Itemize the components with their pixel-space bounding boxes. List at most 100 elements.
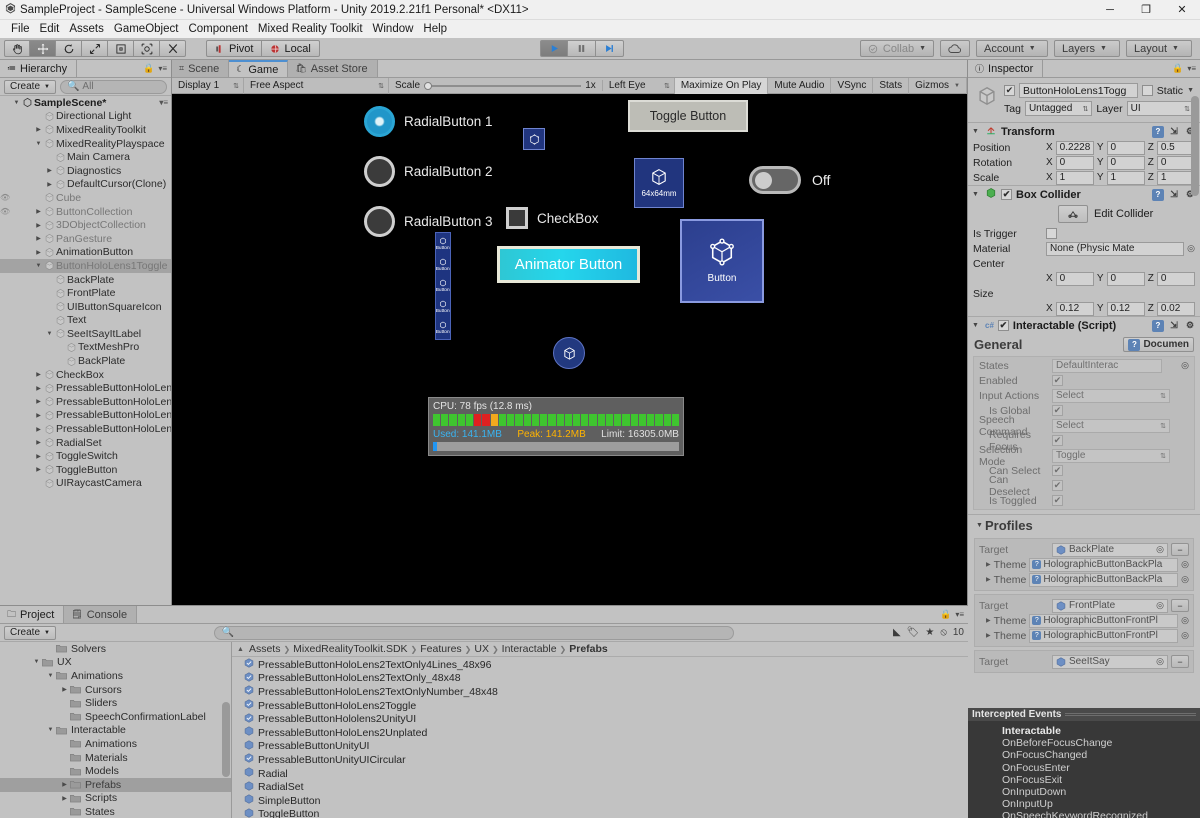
tab-asset-store[interactable]: 🛍 Asset Store	[288, 60, 378, 77]
move-tool-icon[interactable]	[30, 40, 56, 57]
hierarchy-item[interactable]: BackPlate	[0, 273, 171, 287]
hierarchy-item[interactable]: UIButtonSquareIcon	[0, 300, 171, 314]
scale-slider-knob[interactable]	[424, 81, 433, 90]
documentation-button[interactable]: ? Documen	[1123, 337, 1194, 352]
radial-button-2[interactable]: RadialButton 2	[364, 156, 493, 187]
profile-target-field[interactable]: BackPlate ◎	[1052, 542, 1168, 557]
hierarchy-item[interactable]: 👁 Cube	[0, 191, 171, 205]
expand-arrow-icon[interactable]: ▶	[34, 385, 43, 392]
scale-tool-icon[interactable]	[82, 40, 108, 57]
breadcrumb-item[interactable]: Assets	[249, 643, 281, 655]
asset-row[interactable]: PressableButtonUnityUI	[232, 740, 968, 754]
lock-icon[interactable]: 🔒	[1172, 63, 1183, 74]
project-tree-scrollbar[interactable]	[222, 644, 230, 816]
panel-menu-icon[interactable]: ▾≡	[955, 610, 964, 619]
rect-tool-icon[interactable]	[108, 40, 134, 57]
hierarchy-item[interactable]: ▶ PanGesture	[0, 232, 171, 246]
profile-target-field[interactable]: FrontPlate ◎	[1052, 598, 1168, 613]
vsync-toggle[interactable]: VSync	[831, 77, 874, 94]
object-active-checkbox[interactable]: ✔	[1004, 85, 1015, 96]
expand-arrow-icon[interactable]: ▼	[34, 263, 43, 269]
vertical-button-strip[interactable]: Button Button Button Button Button	[435, 232, 451, 340]
expand-arrow-icon[interactable]: ▼	[46, 673, 55, 679]
remove-profile-button[interactable]: −	[1171, 655, 1189, 668]
project-tree-item[interactable]: Animations	[0, 737, 231, 751]
asset-row[interactable]: PressableButtonHololens2UnityUI	[232, 712, 968, 726]
project-tree-item[interactable]: ▼ Interactable	[0, 724, 231, 738]
size-y-field[interactable]: 0.12	[1106, 301, 1145, 316]
chevron-down-icon[interactable]: ▼	[972, 128, 981, 135]
asset-row[interactable]: RadialSet	[232, 780, 968, 794]
big-blue-button[interactable]: Button	[680, 219, 764, 303]
scale-y-field[interactable]: 1	[1106, 170, 1145, 185]
hierarchy-item[interactable]: ▶ PressableButtonHoloLens	[0, 381, 171, 395]
panel-menu-icon[interactable]: ▾≡	[158, 64, 167, 73]
profile-theme-field[interactable]: ? HolographicButtonBackPla	[1029, 572, 1179, 587]
profile-target-field[interactable]: SeeItSay ◎	[1052, 654, 1168, 669]
expand-arrow-icon[interactable]: ▶	[34, 426, 43, 433]
object-picker-icon[interactable]: ◎	[1181, 630, 1189, 641]
project-tree-item[interactable]: ▼ UX	[0, 656, 231, 670]
rotation-z-field[interactable]: 0	[1156, 155, 1196, 170]
toggle-button-plate[interactable]: Toggle Button	[628, 100, 748, 132]
asset-row[interactable]: PressableButtonHoloLens2TextOnly4Lines_4…	[232, 658, 968, 672]
expand-arrow-icon[interactable]: ▶	[34, 412, 43, 419]
expand-arrow-icon[interactable]: ▶	[34, 371, 43, 378]
gizmos-dropdown[interactable]: Gizmos ▼	[909, 77, 967, 94]
local-button[interactable]: Local	[262, 40, 320, 57]
hierarchy-item[interactable]: BackPlate	[0, 354, 171, 368]
switch-track[interactable]	[749, 166, 801, 194]
close-button[interactable]: ✕	[1164, 0, 1200, 20]
speech-command-dropdown[interactable]: Select ⇅	[1052, 418, 1170, 433]
box-collider-enabled-checkbox[interactable]: ✔	[1001, 189, 1012, 200]
project-tree-item[interactable]: ▶ Scripts	[0, 792, 231, 806]
hierarchy-search-input[interactable]: 🔍 All	[59, 79, 167, 94]
project-tree-item[interactable]: ▶ Cursors	[0, 683, 231, 697]
tab-game[interactable]: ☾ Game	[229, 60, 289, 77]
account-button[interactable]: Account ▼	[976, 40, 1048, 57]
hierarchy-item[interactable]: ▼ SampleScene* ▾≡	[0, 96, 171, 110]
asset-row[interactable]: PressableButtonHoloLens2TextOnlyNumber_4…	[232, 685, 968, 699]
hierarchy-item[interactable]: UIRaycastCamera	[0, 477, 171, 491]
chevron-down-icon[interactable]: ▼	[972, 322, 981, 329]
asset-row[interactable]: PressableButtonUnityUICircular	[232, 753, 968, 767]
edit-collider-button[interactable]	[1058, 205, 1088, 223]
asset-row[interactable]: ToggleButton	[232, 808, 968, 818]
hierarchy-item[interactable]: ▶ PressableButtonHoloLens	[0, 422, 171, 436]
hand-tool-icon[interactable]	[4, 40, 30, 57]
hierarchy-create-button[interactable]: Create ▼	[4, 79, 56, 94]
interactable-header[interactable]: ▼ c# ✔ Interactable (Script) ? ⇲ ⚙	[968, 317, 1200, 334]
menu-item-assets[interactable]: Assets	[64, 23, 109, 35]
help-icon[interactable]: ?	[1152, 188, 1164, 201]
pivot-button[interactable]: Pivot	[206, 40, 263, 57]
expand-arrow-icon[interactable]: ▼	[46, 727, 55, 733]
help-icon[interactable]: ?	[1152, 319, 1164, 332]
hierarchy-item[interactable]: 👁 ▶ ButtonCollection	[0, 205, 171, 219]
project-folder-tree[interactable]: Solvers ▼ UX ▼ Animations ▶ Cursors Sliders Spee…	[0, 642, 232, 818]
hierarchy-item[interactable]: ▶ PressableButtonHoloLens	[0, 409, 171, 423]
can-select-checkbox[interactable]: ✔	[1052, 465, 1063, 476]
object-picker-icon[interactable]: ◎	[1181, 574, 1189, 585]
hierarchy-item[interactable]: ▶ PressableButtonHoloLens	[0, 395, 171, 409]
expand-arrow-icon[interactable]: ▶	[34, 126, 43, 133]
breadcrumb-item[interactable]: UX	[474, 643, 489, 655]
help-icon[interactable]: ?	[1152, 125, 1164, 138]
rotate-tool-icon[interactable]	[56, 40, 82, 57]
strip-button[interactable]: Button	[436, 275, 450, 296]
rotation-y-field[interactable]: 0	[1106, 155, 1145, 170]
profile-theme-field[interactable]: ? HolographicButtonFrontPl	[1029, 613, 1179, 628]
static-checkbox[interactable]	[1141, 85, 1153, 96]
project-tree-item[interactable]: Sliders	[0, 696, 231, 710]
transform-header[interactable]: ▼ Transform ? ⇲ ⚙	[968, 123, 1200, 140]
favorites-icon[interactable]: ★	[925, 627, 934, 638]
scale-z-field[interactable]: 1	[1156, 170, 1196, 185]
hierarchy-item[interactable]: Text	[0, 314, 171, 328]
hierarchy-item[interactable]: ▶ RadialSet	[0, 436, 171, 450]
lock-icon[interactable]: 🔒	[940, 609, 951, 620]
menu-item-gameobject[interactable]: GameObject	[109, 23, 184, 35]
object-name-input[interactable]: ButtonHoloLens1Togg	[1019, 83, 1138, 98]
scale-slider-track[interactable]	[424, 81, 582, 90]
expand-arrow-icon[interactable]: ▶	[60, 686, 69, 693]
step-button[interactable]	[596, 40, 624, 57]
can-deselect-checkbox[interactable]: ✔	[1052, 480, 1063, 491]
